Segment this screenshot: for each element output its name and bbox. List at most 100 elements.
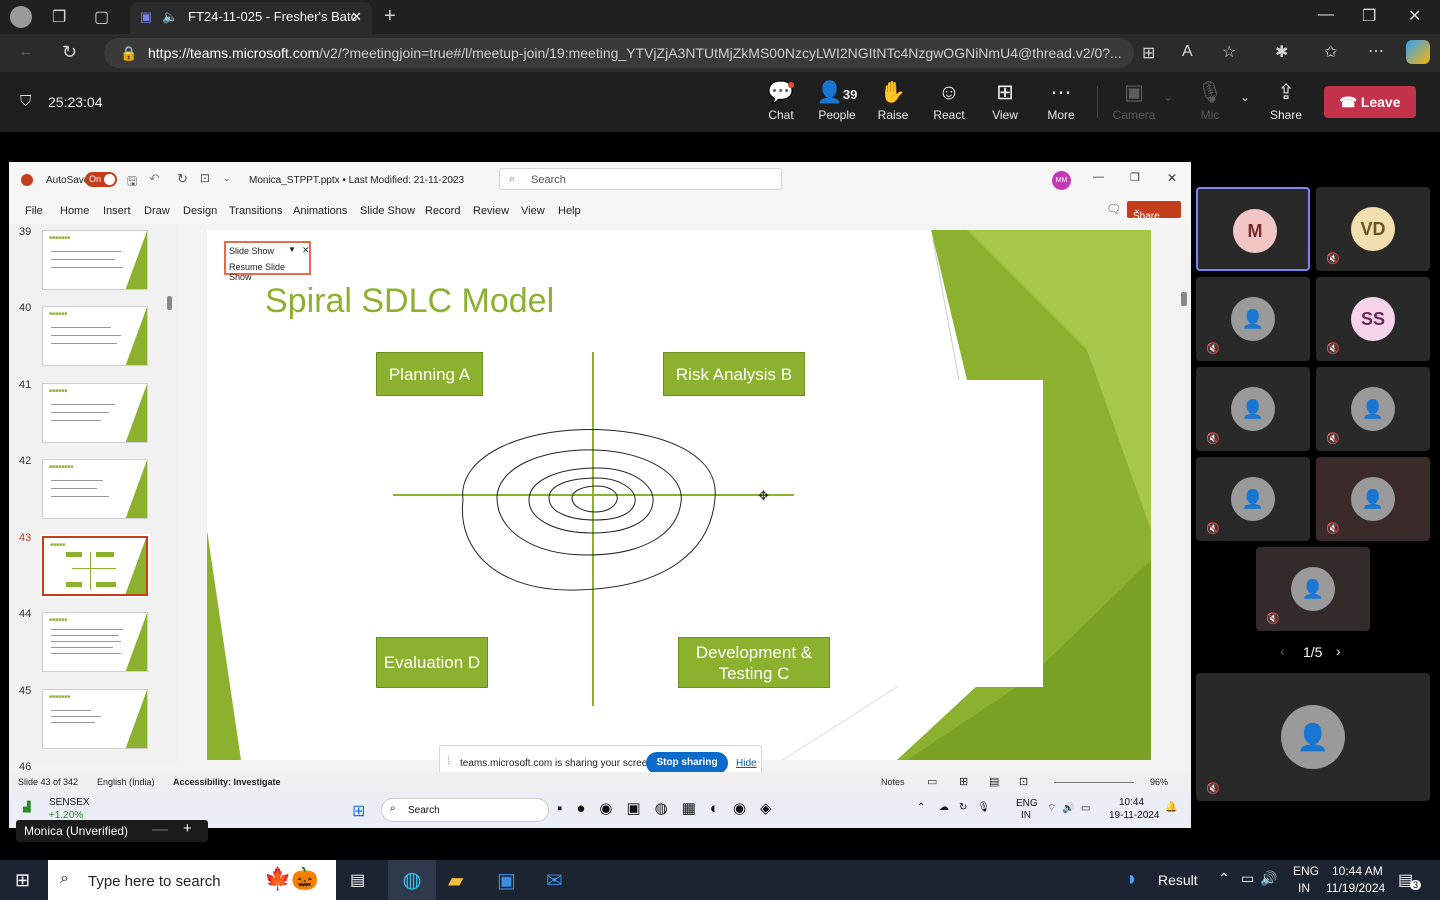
menu-review[interactable]: Review [473,205,509,217]
speaker-icon[interactable]: 🔈 [162,2,178,32]
zoom-slider[interactable] [1054,782,1134,783]
present-icon[interactable]: ⊡ [200,171,210,185]
slideshow-close-icon[interactable]: ✕ [302,245,310,256]
chat-button[interactable]: 💬 Chat [753,80,809,122]
slide-thumbnail[interactable]: ■■■■■■ [42,306,148,366]
menu-insert[interactable]: Insert [103,205,131,217]
task-view-icon[interactable]: ▤ [350,870,365,890]
react-button[interactable]: ☺ React [921,80,977,122]
taskbar-search-box[interactable]: ⌕ Type here to search 🍁🎃 [48,860,336,900]
notification-bell-icon[interactable]: 🔔 [1165,802,1177,813]
resume-slideshow-link[interactable]: Resume Slide Show [229,262,309,282]
apps-icon[interactable]: ⊞ [1142,43,1155,63]
tray-chevron-icon[interactable]: ⌃ [1218,870,1230,887]
slide-thumbnail[interactable]: ■■■■■■■ [42,689,148,749]
hide-link[interactable]: Hide [736,758,757,769]
participant-tile[interactable]: M [1196,187,1310,271]
slideshow-dropdown-icon[interactable]: ▼ [288,245,296,254]
restore-icon[interactable]: ❐ [1362,6,1376,26]
windows-start-icon[interactable]: ⊞ [352,801,365,821]
camera-options-chevron-icon[interactable]: ⌄ [1163,90,1173,104]
mic-button[interactable]: 🎙 Mic [1182,80,1238,122]
start-icon[interactable]: ⊞ [15,870,30,891]
editor-scrollbar[interactable] [1181,292,1187,306]
participant-tile[interactable]: 👤 🔇 [1196,367,1310,451]
customize-icon[interactable]: ⌄ [223,173,231,184]
file-name[interactable]: Monica_STPPT.pptx • Last Modified: 21-11… [249,175,464,186]
minimize-icon[interactable]: — [1318,6,1334,24]
redo-icon[interactable]: ↻ [177,171,188,187]
slide-canvas[interactable]: Slide Show ▼ ✕ Resume Slide Show Spiral … [207,230,1151,760]
menu-file[interactable]: File [25,205,43,217]
close-window-icon[interactable]: ✕ [1408,6,1421,26]
refresh-icon[interactable]: ↻ [62,42,77,63]
ppt-share-button[interactable]: Share ⌄ [1127,201,1181,222]
profile-icon[interactable] [10,6,32,28]
filename-chevron-icon[interactable]: ⌄ [449,173,457,184]
self-view-tile[interactable]: 👤 🔇 [1196,673,1430,801]
accessibility-indicator[interactable]: Accessibility: Investigate [173,777,281,787]
mail-icon[interactable]: ✉ [546,868,563,893]
participant-tile[interactable]: 👤 🔇 [1256,547,1370,631]
participant-tile[interactable]: 👤 🔇 [1196,457,1310,541]
view-button[interactable]: ⊞ View [977,80,1033,122]
notes-button[interactable]: Notes [881,777,905,787]
participant-tile[interactable]: 👤 🔇 [1196,277,1310,361]
menu-transitions[interactable]: Transitions [229,205,282,217]
menu-draw[interactable]: Draw [144,205,170,217]
taskbar-time[interactable]: 10:44 AM [1332,864,1383,878]
inner-search-box[interactable]: ⌕ Search [381,798,549,822]
favorites-bar-icon[interactable]: ✩ [1324,42,1337,62]
undo-icon[interactable]: ↶ [149,171,160,187]
language-indicator[interactable]: English (India) [97,777,155,787]
favorite-icon[interactable]: ☆ [1222,42,1236,62]
ppt-search-box[interactable]: ⌕ Search [499,168,782,190]
more-button[interactable]: ⋯ More [1033,80,1089,122]
pager-next-icon[interactable]: › [1336,643,1341,659]
slide-thumbnail-selected[interactable]: ■■■■■ [40,534,150,598]
slideshow-view-icon[interactable]: ⊡ [1019,775,1028,788]
browser-menu-icon[interactable]: ⋯ [1368,41,1384,61]
slide-thumbnail[interactable]: ■■■■■■■ [42,230,148,290]
menu-record[interactable]: Record [425,205,460,217]
weather-icon[interactable]: ◗ [1126,868,1138,891]
back-icon[interactable]: ← [18,43,34,61]
ppt-close-icon[interactable]: ✕ [1167,171,1177,185]
tray-chevron-icon[interactable]: ⌃ [917,802,925,813]
new-tab-icon[interactable]: + [384,5,396,28]
browser-tab-active[interactable]: ▣ 🔈 FT24-11-025 - Fresher's Batc ✕ [130,2,372,34]
participant-tile[interactable]: SS 🔇 [1316,277,1430,361]
tray-icons[interactable]: ☁↻🎙 [939,802,1000,813]
participant-tile[interactable]: 👤 🔇 [1316,367,1430,451]
share-screen-button[interactable]: ⇪ Share [1258,80,1314,122]
weather-label[interactable]: Result [1158,872,1198,888]
slide-thumbnail[interactable]: ■■■■■■ [42,612,148,672]
network-sound-battery-icons[interactable]: ⌔🔊▭ [1047,802,1096,815]
raise-hand-button[interactable]: ✋ Raise [865,80,921,122]
store-icon[interactable]: ▣ [497,868,516,893]
extensions-icon[interactable]: ✱ [1275,42,1288,62]
participant-tile[interactable]: 👤 🔇 [1316,457,1430,541]
camera-button[interactable]: ▣ Camera [1106,80,1162,122]
mic-options-chevron-icon[interactable]: ⌄ [1240,90,1250,104]
menu-design[interactable]: Design [183,205,217,217]
leave-button[interactable]: ☎ Leave [1324,86,1416,118]
slide-thumbnail[interactable]: ■■■■■■ [42,383,148,443]
drag-handle-icon[interactable]: ⁞ [447,756,450,767]
file-explorer-icon[interactable]: ▰ [448,868,463,893]
menu-home[interactable]: Home [60,205,89,217]
menu-view[interactable]: View [521,205,545,217]
participant-tile[interactable]: VD 🔇 [1316,187,1430,271]
taskbar-date[interactable]: 11/19/2024 [1326,881,1385,895]
zoom-level[interactable]: 96% [1150,777,1168,787]
stop-sharing-button[interactable]: Stop sharing [646,752,728,774]
ppt-restore-icon[interactable]: ❐ [1130,171,1140,184]
zoom-out-icon[interactable]: — [152,821,168,839]
reading-view-icon[interactable]: ▤ [989,775,999,788]
normal-view-icon[interactable]: ▭ [927,775,937,788]
copilot-icon[interactable] [1406,40,1430,64]
menu-help[interactable]: Help [558,205,581,217]
slide-thumbnail[interactable]: ■■■■■■■■ [42,459,148,519]
url-field[interactable]: 🔒 https://teams.microsoft.com/v2/?meetin… [104,38,1134,68]
read-aloud-icon[interactable]: A [1182,43,1193,61]
